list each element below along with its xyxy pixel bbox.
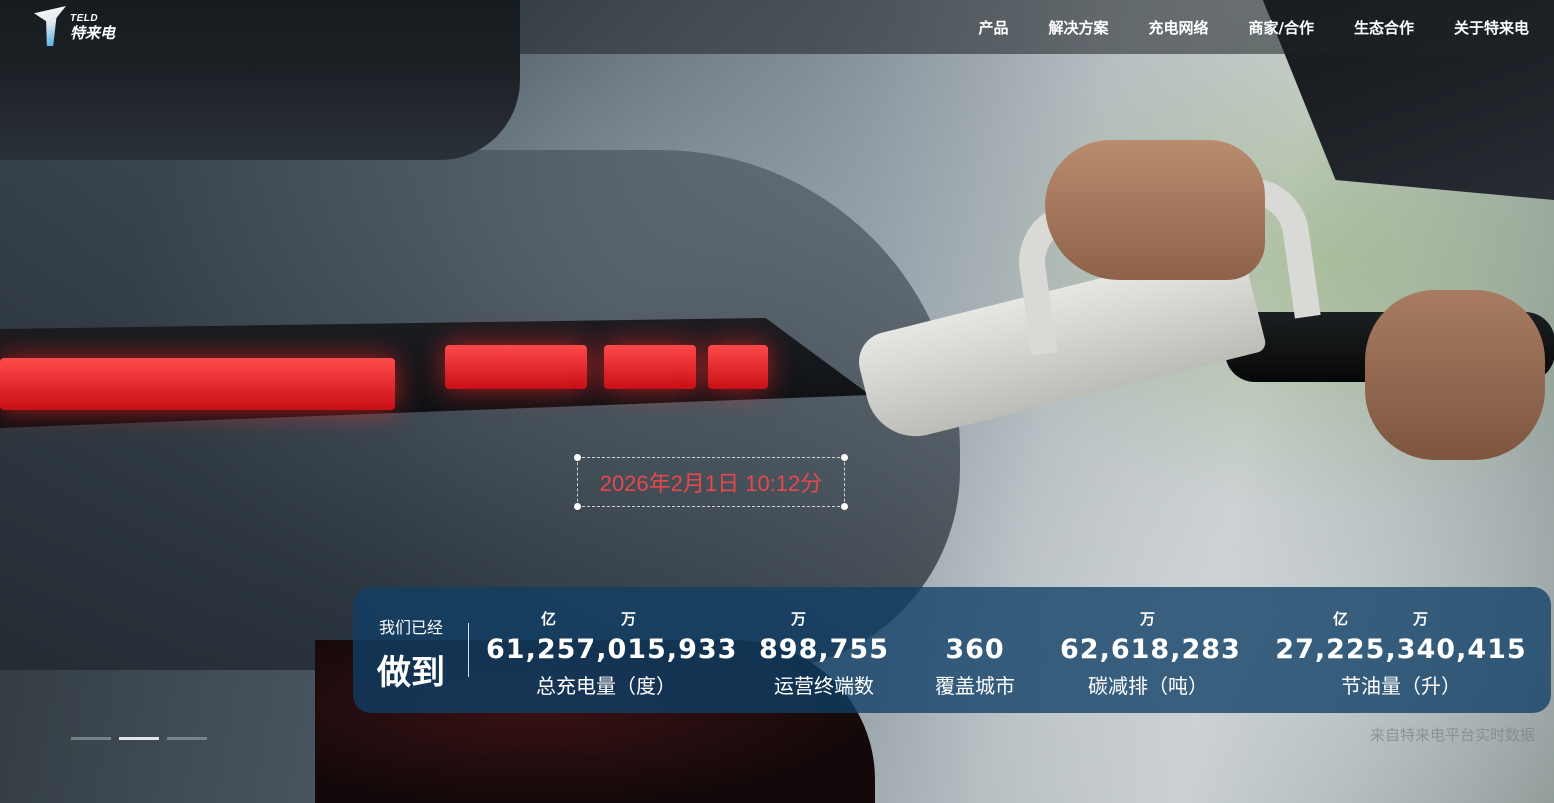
stats-intro-small: 我们已经 xyxy=(378,618,443,637)
stat-label: 运营终端数 xyxy=(774,674,874,698)
tail-light-image xyxy=(708,345,768,389)
date-overlay[interactable]: 2026年2月1日 10:12分 xyxy=(574,454,848,510)
stat-unit-yi: 亿 xyxy=(1333,610,1349,628)
stat-unit-wan: 万 xyxy=(1413,610,1429,628)
resize-handle-icon[interactable] xyxy=(841,503,848,510)
nav-item-merchants[interactable]: 商家/合作 xyxy=(1248,17,1313,38)
stat-cities: 360 覆盖城市 xyxy=(919,587,1031,713)
main-nav: 产品 解决方案 充电网络 商家/合作 生态合作 关于特来电 xyxy=(938,0,1529,54)
stats-divider xyxy=(468,623,469,677)
stat-fuel-saved: 亿 万 27,225,340,415 节油量（升） xyxy=(1271,587,1531,713)
logo-text: TELD 特来电 xyxy=(70,13,116,43)
stat-label: 节油量（升） xyxy=(1341,674,1461,698)
carousel-indicators xyxy=(71,737,215,740)
hand-image xyxy=(1045,140,1265,280)
teld-logo-icon xyxy=(34,6,66,46)
carousel-dot-active[interactable] xyxy=(119,737,159,740)
resize-handle-icon[interactable] xyxy=(841,454,848,461)
stat-unit-yi: 亿 xyxy=(541,610,557,628)
stat-total-charge: 亿 万 61,257,015,933 总充电量（度） xyxy=(486,587,738,713)
stats-intro: 我们已经 做到 xyxy=(353,587,469,713)
nav-item-about[interactable]: 关于特来电 xyxy=(1454,17,1529,38)
hero-banner: TELD 特来电 产品 解决方案 充电网络 商家/合作 生态合作 关于特来电 2… xyxy=(0,0,1554,803)
carousel-dot[interactable] xyxy=(71,737,111,740)
tail-light-image xyxy=(0,358,395,410)
brand-logo[interactable]: TELD 特来电 xyxy=(34,6,115,46)
stat-value: 62,618,283 xyxy=(1060,634,1241,665)
stat-label: 覆盖城市 xyxy=(935,674,1015,698)
stat-value: 898,755 xyxy=(759,634,889,665)
resize-handle-icon[interactable] xyxy=(574,454,581,461)
stat-unit-wan: 万 xyxy=(621,610,637,628)
top-navbar: TELD 特来电 产品 解决方案 充电网络 商家/合作 生态合作 关于特来电 xyxy=(0,0,1554,54)
stat-unit-wan: 万 xyxy=(1140,610,1156,628)
stat-value: 360 xyxy=(945,634,1005,665)
nav-item-ecosystem[interactable]: 生态合作 xyxy=(1354,17,1414,38)
tail-light-image xyxy=(445,345,587,389)
date-text: 2026年2月1日 10:12分 xyxy=(599,471,823,496)
stats-intro-big: 做到 xyxy=(377,653,445,693)
stat-value: 61,257,015,933 xyxy=(486,634,738,665)
data-source-note: 来自特来电平台实时数据 xyxy=(1369,726,1535,744)
carousel-dot[interactable] xyxy=(167,737,207,740)
stat-unit-wan: 万 xyxy=(791,610,807,628)
logo-cn-text: 特来电 xyxy=(70,24,116,42)
resize-handle-icon[interactable] xyxy=(574,503,581,510)
stat-carbon-reduction: 万 62,618,283 碳减排（吨） xyxy=(1060,587,1241,713)
nav-item-products[interactable]: 产品 xyxy=(978,17,1008,38)
stat-value: 27,225,340,415 xyxy=(1275,634,1527,665)
nav-item-solutions[interactable]: 解决方案 xyxy=(1048,17,1108,38)
stat-label: 总充电量（度） xyxy=(536,674,676,698)
stat-terminals: 万 898,755 运营终端数 xyxy=(753,587,895,713)
hand-image xyxy=(1365,290,1545,460)
nav-item-charging-network[interactable]: 充电网络 xyxy=(1148,17,1208,38)
logo-en-text: TELD xyxy=(70,13,99,24)
stats-panel: 我们已经 做到 亿 万 61,257,015,933 总充电量（度） 万 898… xyxy=(353,587,1551,713)
stat-label: 碳减排（吨） xyxy=(1088,674,1208,698)
tail-light-image xyxy=(604,345,696,389)
